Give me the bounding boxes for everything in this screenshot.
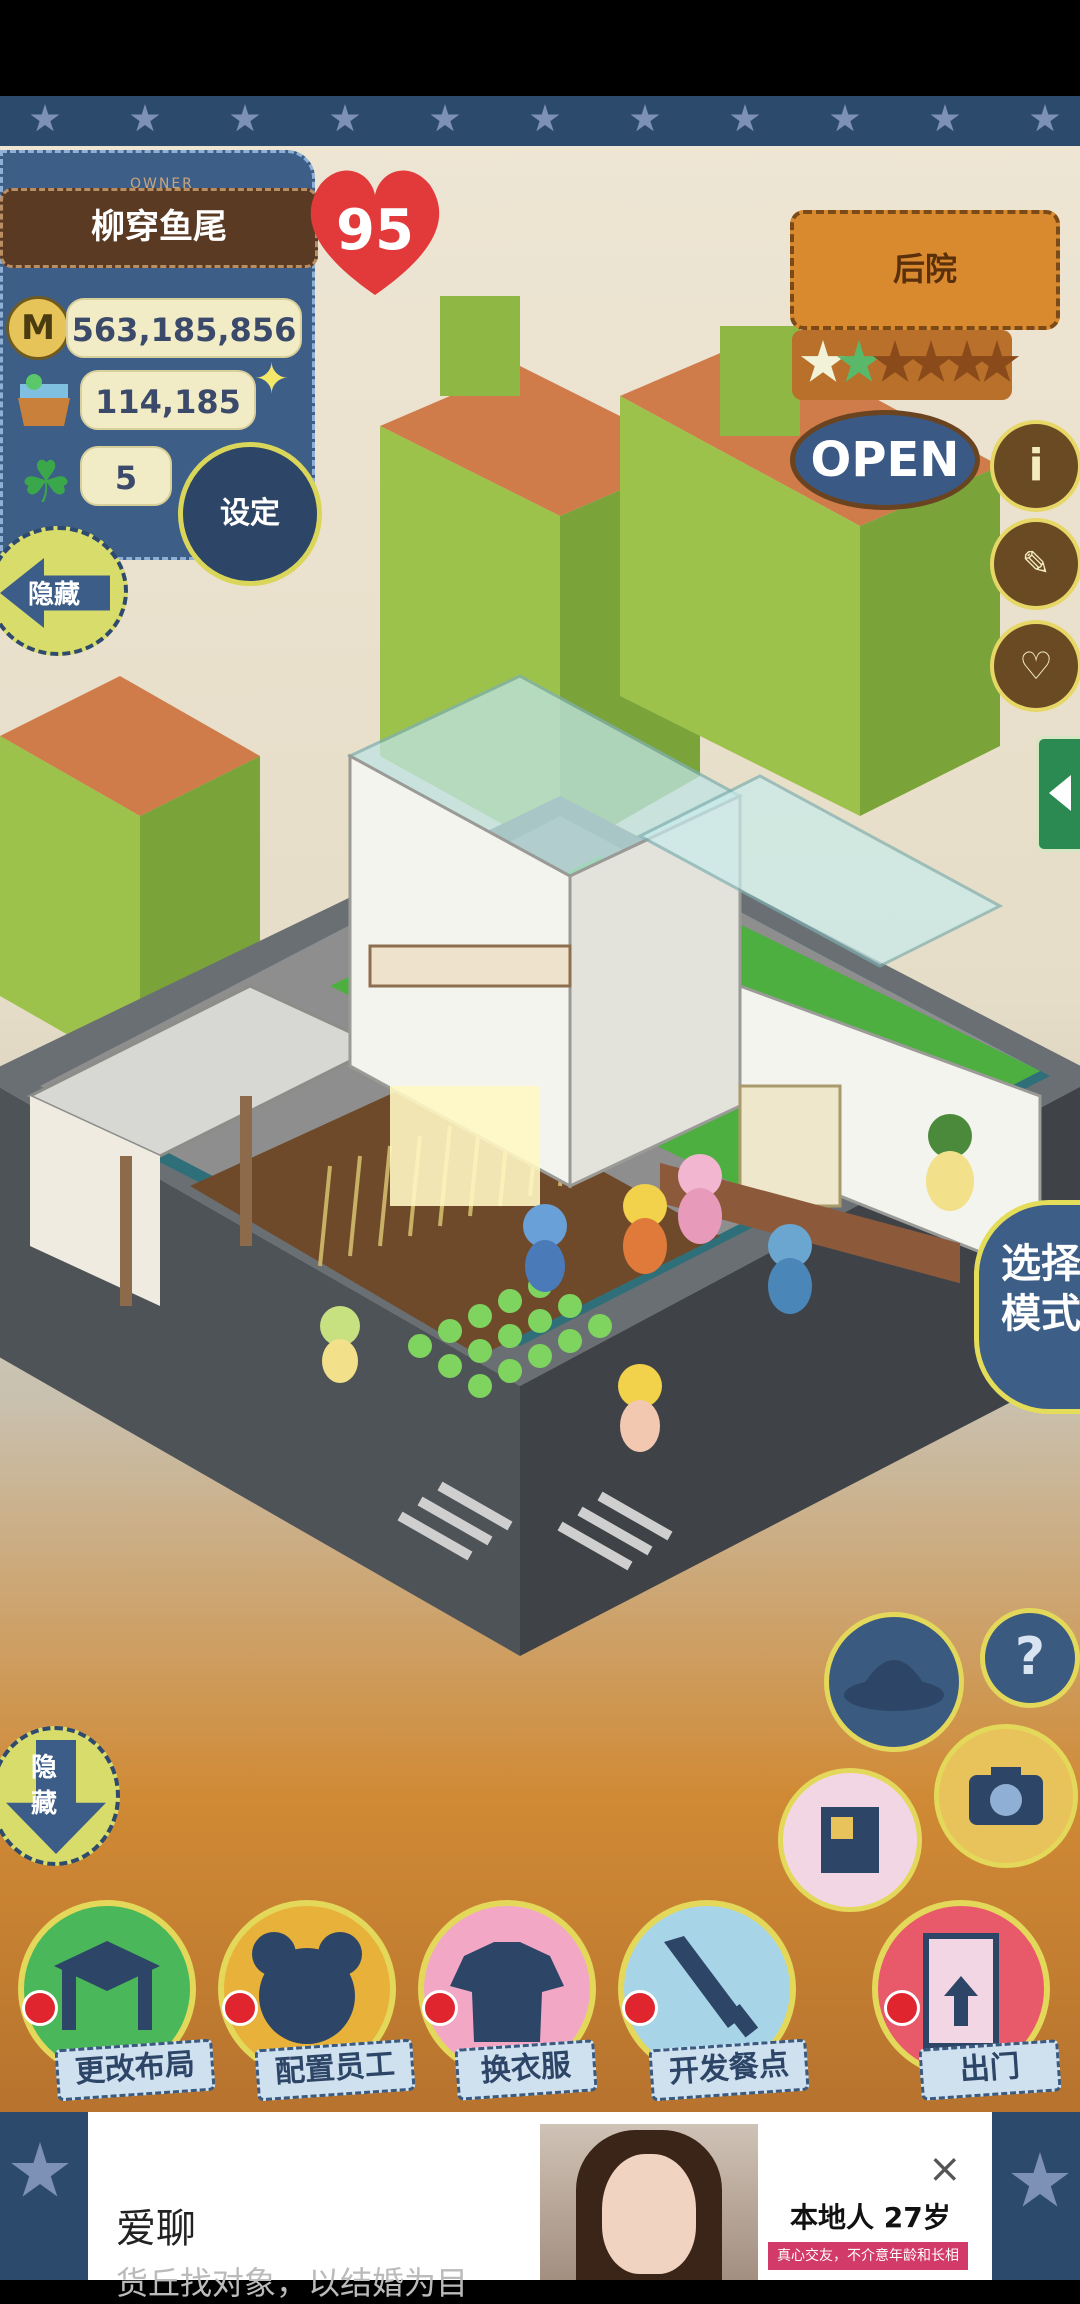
- advertisement-banner[interactable]: 爱聊 货丘找对象，以结婚为目 × 本地人 27岁 真心交友，不介意年龄和长相: [88, 2112, 992, 2302]
- clover-count: 5: [80, 446, 172, 506]
- star-icon: [944, 340, 990, 382]
- notification-pin: [622, 1990, 658, 2026]
- goods-count: 114,185: [80, 370, 256, 430]
- hide-top-label: 隐藏: [28, 580, 81, 610]
- album-button[interactable]: [778, 1768, 922, 1912]
- area-title: 后院: [790, 210, 1060, 330]
- info-icon: i: [1028, 440, 1044, 491]
- mode-label-2: 模式: [1001, 1291, 1080, 1337]
- owner-name: 柳穿鱼尾: [0, 188, 318, 268]
- recipe-book-button[interactable]: ✎: [990, 518, 1080, 610]
- heart-bubble-icon: ♡: [1018, 644, 1054, 688]
- status-bar: [0, 0, 1080, 96]
- star-icon: [836, 340, 882, 382]
- favorites-button[interactable]: ♡: [990, 620, 1080, 712]
- develop-dishes-label: 开发餐点: [648, 2038, 810, 2102]
- next-area-tab[interactable]: [1036, 736, 1080, 852]
- heart-count: 95: [336, 198, 414, 263]
- heart-counter[interactable]: 95: [300, 160, 450, 300]
- star-icon: [800, 340, 846, 382]
- change-clothes-label: 换衣服: [454, 2039, 598, 2101]
- album-icon: [821, 1807, 879, 1873]
- question-icon: ?: [1014, 1627, 1046, 1687]
- star-icon: [872, 340, 918, 382]
- settings-button[interactable]: 设定: [178, 442, 322, 586]
- owner-caption: OWNER: [130, 176, 194, 192]
- star-icon: [908, 340, 954, 382]
- ad-close-button[interactable]: ×: [928, 2146, 962, 2192]
- info-button[interactable]: i: [990, 420, 1080, 512]
- sparkle-icon: ✦: [254, 354, 290, 403]
- ad-title: 爱聊: [116, 2206, 196, 2252]
- notification-pin: [222, 1990, 258, 2026]
- camera-icon: [969, 1767, 1043, 1825]
- clover-icon: ☘: [20, 448, 72, 516]
- select-mode-button[interactable]: 选择 模式: [974, 1200, 1080, 1414]
- ad-subtitle: 货丘找对象，以结婚为目: [116, 2264, 469, 2302]
- arrow-left-icon: [1049, 775, 1071, 811]
- assign-staff-label: 配置员工: [254, 2038, 416, 2102]
- open-sign[interactable]: OPEN: [790, 410, 980, 510]
- ad-tag: 真心交友，不介意年龄和长相: [768, 2242, 968, 2270]
- ad-local-text: 本地人 27岁: [790, 2201, 951, 2234]
- coin-icon: M: [6, 296, 70, 360]
- goods-basket-icon: [18, 374, 70, 426]
- ad-photo: [540, 2124, 758, 2280]
- go-out-label: 出门: [918, 2039, 1062, 2101]
- help-button[interactable]: ?: [980, 1608, 1080, 1708]
- coin-balance: 563,185,856: [66, 298, 302, 358]
- change-layout-label: 更改布局: [54, 2038, 216, 2102]
- rating-stars: [792, 330, 1020, 400]
- notification-pin: [884, 1990, 920, 2026]
- hat-icon: [844, 1660, 944, 1711]
- settings-label: 设定: [220, 496, 280, 531]
- hide-bottom-label: 隐藏: [30, 1753, 57, 1819]
- book-icon: ✎: [1021, 544, 1051, 584]
- notification-pin: [22, 1990, 58, 2026]
- camera-button[interactable]: [934, 1724, 1078, 1868]
- notification-pin: [422, 1990, 458, 2026]
